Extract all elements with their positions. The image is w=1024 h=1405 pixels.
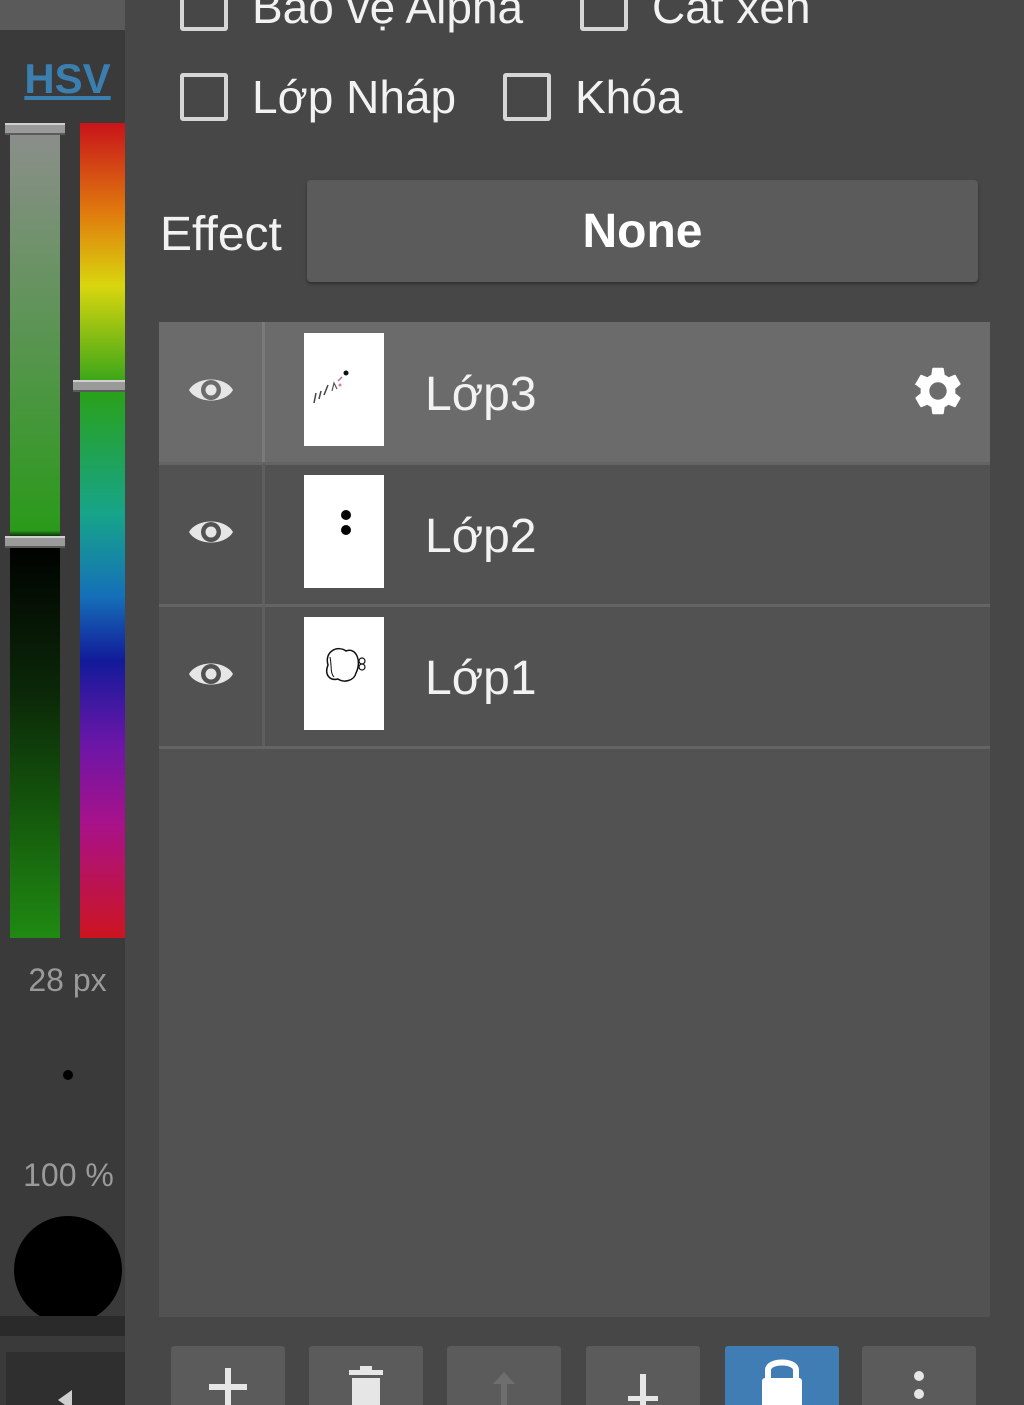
- color-panel: HSV 28 px 100 %: [0, 0, 125, 1405]
- layer-row-divider: [262, 322, 265, 462]
- merge-layer-down-icon: [628, 1374, 658, 1405]
- add-layer-icon: [209, 1368, 247, 1405]
- merge-layer-down-button[interactable]: [586, 1346, 700, 1405]
- brush-size-label[interactable]: 28 px: [0, 962, 135, 999]
- clipping-label: Cắt xén: [652, 0, 811, 33]
- delete-layer-icon: [349, 1366, 383, 1405]
- alpha-protect-checkbox[interactable]: [180, 0, 228, 31]
- delete-layer-button[interactable]: [309, 1346, 423, 1405]
- saturation-value-slider[interactable]: [10, 123, 60, 938]
- alpha-protect-option[interactable]: Bảo vệ Alpha: [180, 0, 523, 34]
- move-layer-up-button[interactable]: [447, 1346, 561, 1405]
- brush-size-preview: [63, 1070, 73, 1080]
- layer-thumbnail: [304, 617, 384, 730]
- gear-icon[interactable]: [909, 362, 967, 420]
- lock-icon: [762, 1359, 802, 1405]
- app-root: { "color_panel": { "mode_label": "HSV", …: [0, 0, 1024, 1405]
- hue-slider-thumb[interactable]: [73, 380, 125, 392]
- layer-row-separator: [159, 746, 990, 749]
- opacity-label[interactable]: 100 %: [0, 1157, 137, 1194]
- hue-slider[interactable]: [80, 123, 125, 938]
- eye-icon[interactable]: [187, 654, 235, 694]
- color-panel-top-strip: [0, 0, 125, 30]
- layer-name: Lớp1: [425, 652, 537, 705]
- layer-row[interactable]: Lớp2: [159, 464, 990, 607]
- more-options-icon: [914, 1371, 924, 1399]
- color-panel-divider: [0, 1316, 125, 1336]
- alpha-protect-label: Bảo vệ Alpha: [252, 0, 524, 33]
- more-options-button[interactable]: [862, 1346, 976, 1405]
- layers-list: Lớp3 Lớp2 Lớp1: [159, 322, 990, 1317]
- saturation-slider-thumb[interactable]: [5, 123, 65, 135]
- draft-layer-label: Lớp Nháp: [252, 71, 457, 123]
- layer-name: Lớp2: [425, 510, 537, 563]
- layer-row-divider: [262, 606, 265, 746]
- effect-label: Effect: [160, 208, 282, 261]
- lock-layer-button[interactable]: [725, 1346, 839, 1405]
- effect-select-button[interactable]: None: [307, 180, 978, 282]
- layer-row-divider: [262, 464, 265, 604]
- add-layer-button[interactable]: [171, 1346, 285, 1405]
- lock-label: Khóa: [575, 71, 683, 123]
- clipping-checkbox[interactable]: [580, 0, 628, 31]
- draft-layer-option[interactable]: Lớp Nháp: [180, 70, 456, 124]
- current-color-swatch[interactable]: [14, 1216, 122, 1324]
- layer-thumbnail: [304, 333, 384, 446]
- layer-row[interactable]: Lớp3: [159, 322, 990, 465]
- draft-layer-checkbox[interactable]: [180, 73, 228, 121]
- chevron-left-icon: [58, 1390, 72, 1405]
- eye-icon[interactable]: [187, 370, 235, 410]
- move-layer-up-icon: [493, 1372, 515, 1405]
- layer-thumbnail: [304, 475, 384, 588]
- layer-name: Lớp3: [425, 368, 537, 421]
- eye-icon[interactable]: [187, 512, 235, 552]
- lock-checkbox[interactable]: [503, 73, 551, 121]
- hsv-mode-toggle[interactable]: HSV: [0, 55, 135, 103]
- value-slider-thumb[interactable]: [5, 536, 65, 548]
- clipping-option[interactable]: Cắt xén: [580, 0, 811, 34]
- lock-option[interactable]: Khóa: [503, 70, 682, 124]
- layer-row[interactable]: Lớp1: [159, 606, 990, 749]
